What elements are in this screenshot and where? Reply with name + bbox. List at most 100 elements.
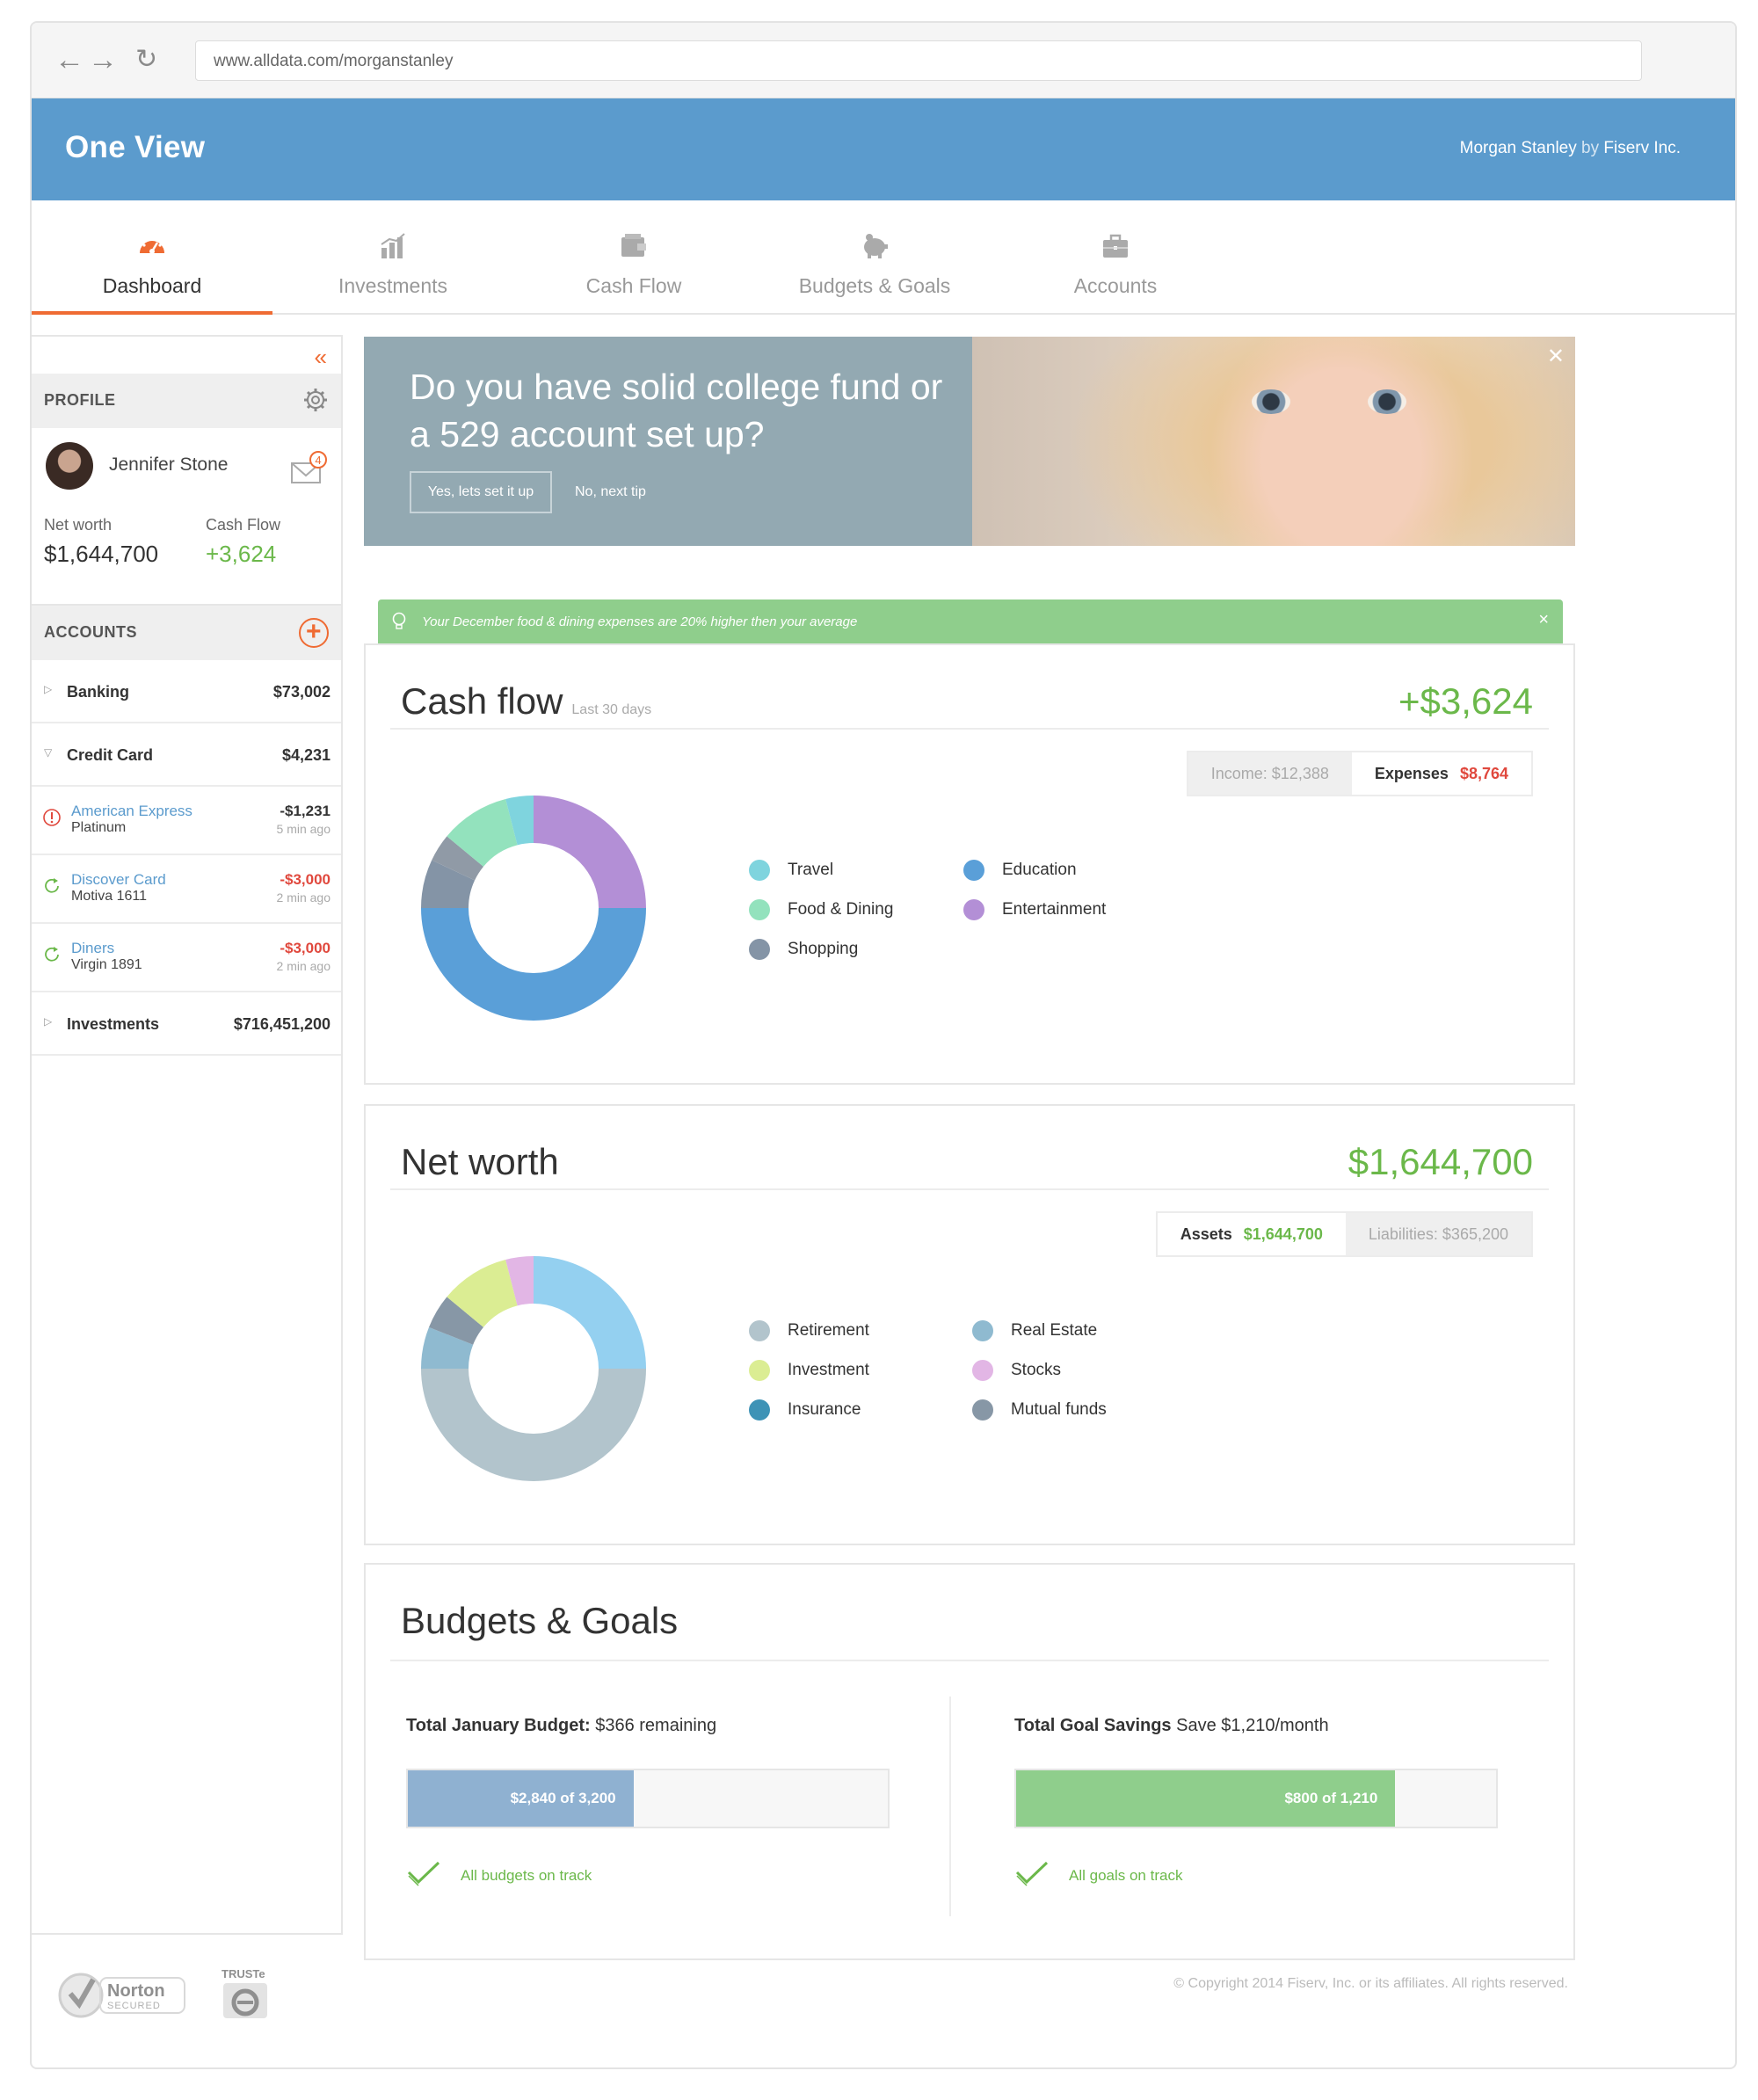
photo-eye (1368, 389, 1406, 414)
card-subtitle: Last 30 days (571, 702, 652, 717)
net-worth-label: Net worth (44, 516, 113, 534)
legend-dot (963, 860, 984, 881)
net-worth-donut (421, 1256, 646, 1481)
browser-toolbar: ← → ↻ www.alldata.com/morganstanley (32, 23, 1735, 98)
gear-icon[interactable] (302, 387, 329, 413)
checkmark-icon (407, 1861, 440, 1886)
copyright-text: © Copyright 2014 Fiserv, Inc. or its aff… (1173, 1976, 1568, 1991)
mail-icon[interactable]: 4 (290, 449, 327, 486)
caret-right-icon: ▷ (44, 683, 53, 695)
checkmark-icon (1015, 1861, 1049, 1886)
piggy-bank-icon (864, 234, 888, 258)
budget-progress-fill: $2,840 of 3,200 (408, 1770, 634, 1827)
tab-label: Cash Flow (585, 274, 682, 297)
banner-photo: ✕ (972, 337, 1575, 546)
assets-liabilities-toggle: Assets $1,644,700 Liabilities: $365,200 (1155, 1211, 1533, 1257)
donut-slice-stocks-blue (534, 1256, 646, 1369)
card-amount: -$1,231 (280, 803, 331, 819)
legend-label: Retirement (788, 1321, 869, 1340)
income-expenses-toggle: Income: $12,388 Expenses $8,764 (1186, 751, 1533, 796)
card-name: Discover Card (71, 871, 166, 888)
legend-dot (963, 899, 984, 920)
divider (390, 1188, 1549, 1190)
legend-label: Food & Dining (788, 900, 894, 919)
gauge-icon (140, 236, 164, 254)
card-time: 2 min ago (276, 959, 331, 973)
card-row-american-express[interactable]: American Express Platinum -$1,231 5 min … (32, 787, 341, 855)
double-chevron-left-icon[interactable]: « (315, 344, 327, 371)
avatar[interactable] (46, 442, 93, 490)
caret-right-icon: ▷ (44, 1015, 53, 1028)
legend-label: Travel (788, 861, 834, 879)
address-bar[interactable]: www.alldata.com/morganstanley (195, 40, 1642, 81)
account-value: $4,231 (281, 746, 331, 764)
back-arrow-icon[interactable]: ← (54, 45, 84, 75)
norton-logo-icon: Norton SECURED (58, 1973, 185, 2018)
briefcase-icon (1103, 234, 1128, 258)
tab-accounts[interactable]: Accounts (995, 200, 1236, 315)
card-time: 2 min ago (276, 890, 331, 905)
tab-budgets-goals[interactable]: Budgets & Goals (754, 200, 995, 315)
profile-header: PROFILE (32, 374, 341, 428)
assets-segment[interactable]: Assets $1,644,700 (1157, 1213, 1346, 1255)
budget-heading: Total January Budget: $366 remaining (406, 1716, 717, 1735)
divider (390, 728, 1549, 730)
legend-dot (749, 1320, 770, 1341)
banner-text: Do you have solid college fund or a 529 … (410, 367, 943, 454)
account-row-investments[interactable]: ▷ Investments $716,451,200 (32, 992, 341, 1056)
goal-heading: Total Goal Savings Save $1,210/month (1014, 1716, 1329, 1735)
refresh-icon (45, 878, 59, 893)
account-name: Banking (67, 683, 130, 701)
account-row-banking[interactable]: ▷ Banking $73,002 (32, 660, 341, 723)
tab-label: Budgets & Goals (798, 274, 951, 297)
expenses-segment[interactable]: Expenses $8,764 (1351, 752, 1531, 795)
liabilities-segment[interactable]: Liabilities: $365,200 (1345, 1213, 1531, 1255)
sidebar: « PROFILE Jennifer Stone 4 Net worth $1,… (32, 335, 343, 1935)
income-segment[interactable]: Income: $12,388 (1188, 752, 1352, 795)
budget-progress-bar[interactable]: $2,840 of 3,200 (406, 1769, 890, 1828)
account-value: $73,002 (272, 683, 331, 701)
close-icon[interactable]: ✕ (1547, 344, 1565, 369)
add-account-icon[interactable]: + (299, 618, 329, 648)
banner-next-tip-link[interactable]: No, next tip (575, 484, 646, 500)
tab-cash-flow[interactable]: Cash Flow (513, 200, 754, 315)
net-worth-total: $1,644,700 (1348, 1141, 1533, 1182)
net-worth-card: Net worth $1,644,700 Assets $1,644,700 L… (364, 1104, 1575, 1545)
brand-name: Morgan Stanley (1459, 139, 1577, 157)
budgets-goals-card: Budgets & Goals Total January Budget: $3… (364, 1563, 1575, 1960)
divider (390, 1660, 1549, 1661)
account-value: $716,451,200 (233, 1015, 331, 1033)
tab-investments[interactable]: Investments (272, 200, 513, 315)
norton-secured-badge: Norton SECURED (58, 1967, 190, 2022)
goal-progress-bar[interactable]: $800 of 1,210 (1014, 1769, 1498, 1828)
reload-icon[interactable]: ↻ (135, 46, 157, 74)
card-title: Cash flow (401, 680, 563, 722)
bar-chart-icon (381, 233, 405, 258)
card-amount: -$3,000 (280, 871, 331, 888)
card-row-diners[interactable]: Diners Virgin 1891 -$3,000 2 min ago (32, 924, 341, 992)
main-tabs: Dashboard Investments Cash Flow Budgets … (32, 200, 1735, 315)
goal-status-text: All goals on track (1069, 1867, 1183, 1884)
legend-label: Mutual funds (1011, 1400, 1107, 1419)
account-name: Investments (67, 1015, 160, 1033)
tab-label: Investments (338, 274, 447, 297)
insight-tip: Your December food & dining expenses are… (378, 599, 1563, 645)
lightbulb-icon (392, 612, 406, 629)
photo-eye (1252, 389, 1290, 414)
cash-flow-value: +3,624 (206, 541, 277, 567)
banner-primary-button[interactable]: Yes, lets set it up (410, 471, 552, 513)
legend-dot (749, 899, 770, 920)
account-name: Credit Card (67, 746, 154, 764)
goal-progress-fill: $800 of 1,210 (1016, 1770, 1396, 1827)
card-time: 5 min ago (276, 822, 331, 836)
card-row-discover[interactable]: Discover Card Motiva 1611 -$3,000 2 min … (32, 855, 341, 924)
truste-logo-icon: TRUSTe (222, 1967, 267, 2018)
account-row-credit-card[interactable]: ▽ Credit Card $4,231 (32, 723, 341, 787)
forward-arrow-icon[interactable]: → (88, 45, 118, 75)
legend-label: Shopping (788, 940, 859, 958)
cash-flow-donut (421, 796, 646, 1021)
close-icon[interactable]: × (1538, 610, 1549, 630)
legend-label: Education (1002, 861, 1077, 879)
tab-dashboard[interactable]: Dashboard (32, 200, 272, 315)
brand-company: Fiserv Inc. (1603, 139, 1681, 157)
